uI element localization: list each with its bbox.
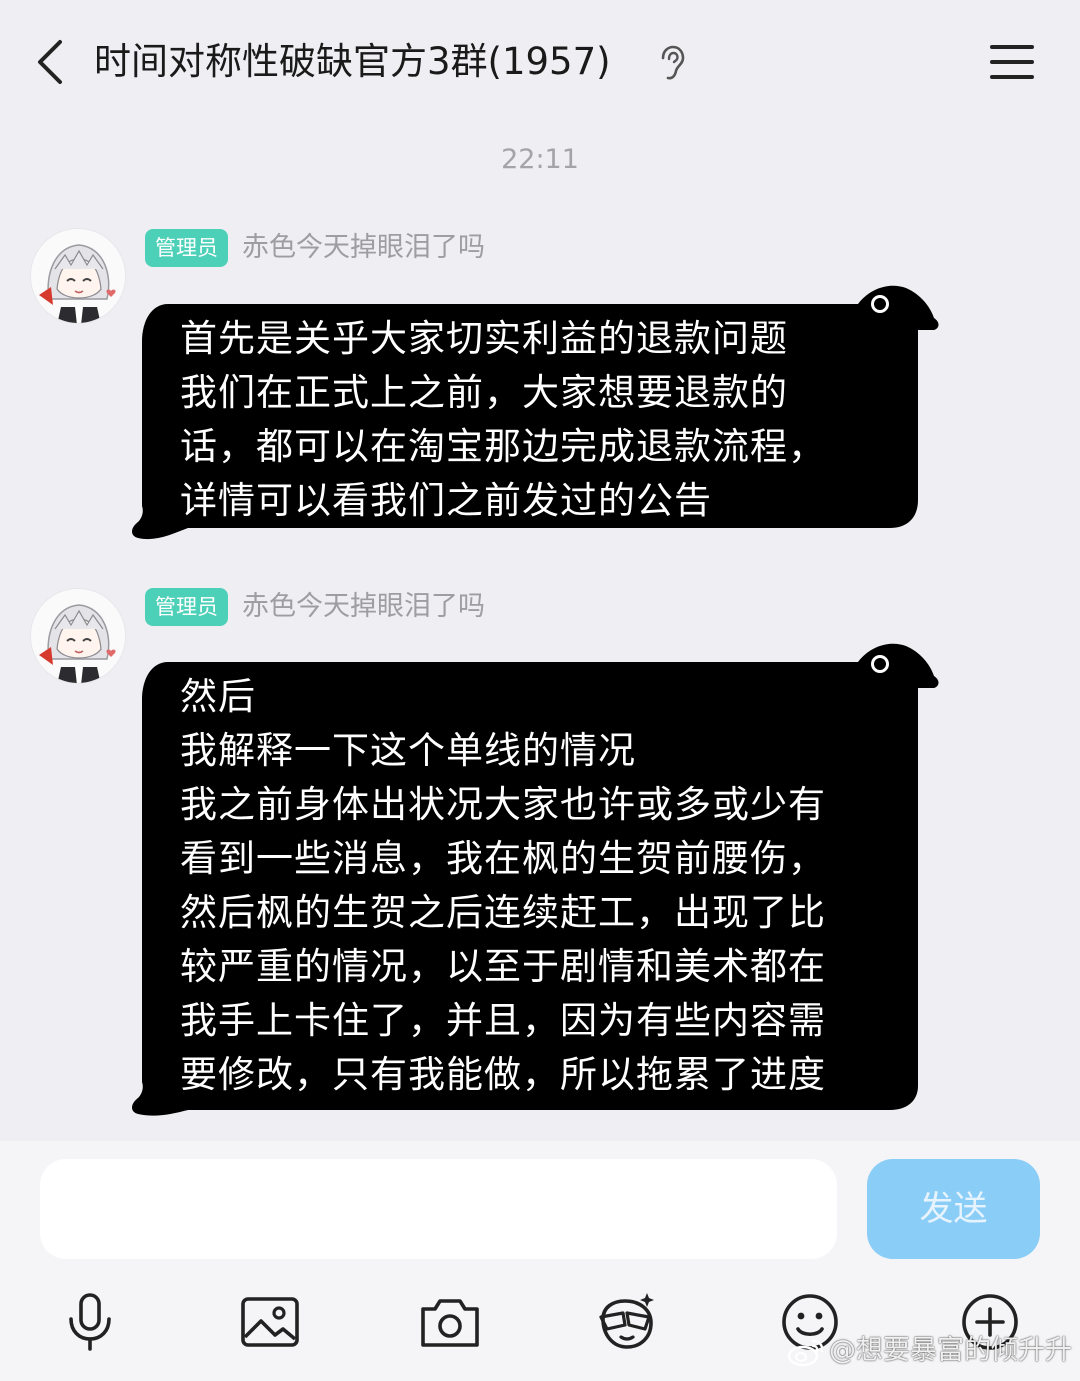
admin-badge: 管理员 xyxy=(145,229,228,267)
sticker-face-icon xyxy=(599,1293,654,1349)
sticker-button[interactable] xyxy=(595,1289,661,1355)
message-text: 然后 我解释一下这个单线的情况 我之前身体出状况大家也许或多或少有 看到一些消息… xyxy=(180,675,826,1096)
message-text: 首先是关乎大家切实利益的退款问题 我们在正式上之前，大家想要退款的 话，都可以在… xyxy=(180,317,826,522)
message-timestamp: 22:11 xyxy=(501,144,579,175)
send-button[interactable]: 发送 xyxy=(867,1159,1040,1259)
weibo-logo-icon xyxy=(787,1339,824,1366)
avatar[interactable] xyxy=(30,588,126,684)
sender-name[interactable]: 赤色今天掉眼泪了吗 xyxy=(242,588,485,626)
chevron-left-icon[interactable] xyxy=(30,36,70,88)
chat-header: 时间对称性破缺官方3群(1957) xyxy=(0,0,1080,125)
watermark-text: @想要暴富的倾升升 xyxy=(829,1335,1072,1366)
sender-name[interactable]: 赤色今天掉眼泪了吗 xyxy=(242,229,485,267)
message-input[interactable] xyxy=(40,1159,837,1259)
chat-screen: 时间对称性破缺官方3群(1957) 22:11 管理员 赤色今天掉眼泪了吗 首先… xyxy=(0,0,1080,1381)
camera-button[interactable] xyxy=(417,1289,483,1355)
avatar-illustration xyxy=(31,589,125,683)
voice-button[interactable] xyxy=(57,1289,123,1355)
image-icon xyxy=(241,1297,299,1347)
hamburger-menu-icon[interactable] xyxy=(988,42,1036,82)
watermark: @想要暴富的倾升升 xyxy=(787,1331,1072,1371)
avatar[interactable] xyxy=(30,228,126,324)
camera-icon xyxy=(421,1299,479,1347)
avatar-illustration xyxy=(31,229,125,323)
message-bubble[interactable]: 首先是关乎大家切实利益的退款问题 我们在正式上之前，大家想要退款的 话，都可以在… xyxy=(128,282,943,542)
ear-icon[interactable] xyxy=(655,44,689,82)
microphone-icon xyxy=(69,1293,111,1351)
group-title[interactable]: 时间对称性破缺官方3群(1957) xyxy=(94,36,611,88)
photo-button[interactable] xyxy=(237,1289,303,1355)
admin-badge: 管理员 xyxy=(145,588,228,626)
message-bubble[interactable]: 然后 我解释一下这个单线的情况 我之前身体出状况大家也许或多或少有 看到一些消息… xyxy=(128,640,943,1118)
